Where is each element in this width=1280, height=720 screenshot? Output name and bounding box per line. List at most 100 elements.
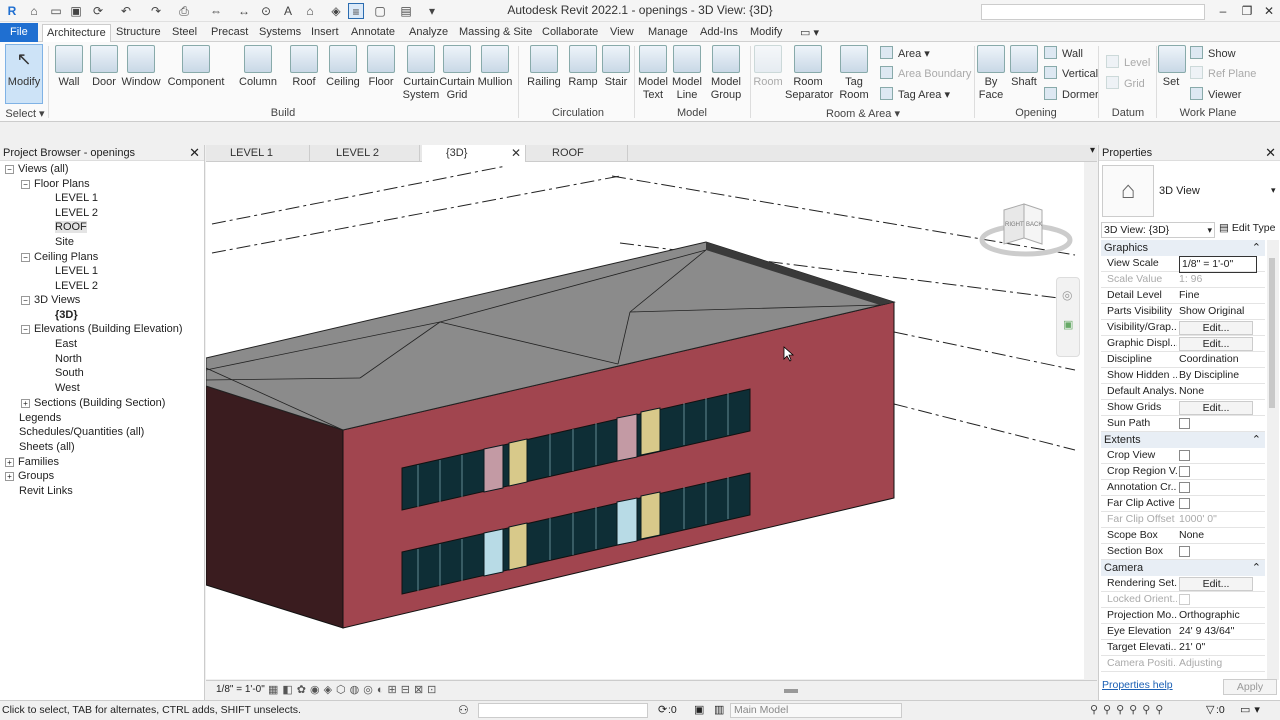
expand-icon[interactable]: +: [21, 399, 30, 408]
tree-item[interactable]: LEVEL 1: [41, 264, 98, 278]
ref-plane-button[interactable]: Ref Plane: [1190, 66, 1256, 82]
section-header-extents[interactable]: Extents ⌃: [1101, 432, 1265, 448]
tab-add-ins[interactable]: Add-Ins: [696, 24, 742, 42]
tag-room-button[interactable]: Tag Room: [838, 45, 870, 102]
property-value[interactable]: 1/8" = 1'-0": [1179, 256, 1261, 273]
3d-viewport[interactable]: RIGHT BACK ◎ ▣: [206, 162, 1084, 679]
collapse-icon[interactable]: ⌃: [1252, 560, 1261, 576]
view-scale-button[interactable]: 1/8" = 1'-0": [216, 684, 265, 695]
properties-help-link[interactable]: Properties help: [1102, 679, 1173, 691]
collapse-icon[interactable]: ⌃: [1252, 432, 1261, 448]
tab-collaborate[interactable]: Collaborate: [538, 24, 602, 42]
room-area-panel-label[interactable]: Room & Area ▾: [753, 107, 973, 120]
tree-item[interactable]: − Floor Plans: [21, 177, 90, 191]
property-row[interactable]: Graphic Displ... Edit...: [1101, 336, 1265, 352]
design-options-icon[interactable]: ▣: [694, 703, 704, 716]
property-value[interactable]: 1000' 0": [1179, 512, 1261, 527]
property-row[interactable]: Detail Level Fine: [1101, 288, 1265, 304]
checkbox[interactable]: [1179, 450, 1190, 461]
property-row[interactable]: Section Box: [1101, 544, 1265, 560]
property-row[interactable]: Show Grids Edit...: [1101, 400, 1265, 416]
tree-item[interactable]: + Sections (Building Section): [21, 396, 165, 410]
tree-item[interactable]: ROOF: [41, 220, 87, 234]
active-workset-dropdown[interactable]: [478, 703, 648, 718]
tree-item[interactable]: + Groups: [5, 469, 54, 483]
viewer-button[interactable]: Viewer: [1190, 87, 1241, 103]
grid-button[interactable]: Grid: [1106, 76, 1145, 92]
property-value[interactable]: Adjusting: [1179, 656, 1261, 671]
property-row[interactable]: Discipline Coordination: [1101, 352, 1265, 368]
collapse-icon[interactable]: −: [21, 296, 30, 305]
tab-analyze[interactable]: Analyze: [405, 24, 452, 42]
area-boundary-button[interactable]: Area Boundary: [880, 66, 971, 82]
tree-item[interactable]: Schedules/Quantities (all): [5, 425, 144, 439]
property-row[interactable]: Far Clip Active: [1101, 496, 1265, 512]
property-value[interactable]: 1: 96: [1179, 272, 1261, 287]
view-controls-icons[interactable]: ▦◧✿◉◈⬡◍◎◐⊞⊟⊠⊡: [268, 683, 440, 696]
tab-insert[interactable]: Insert: [307, 24, 343, 42]
tree-item[interactable]: Sheets (all): [5, 440, 75, 454]
property-row[interactable]: Target Elevati... 21' 0": [1101, 640, 1265, 656]
model-text-button[interactable]: Model Text: [636, 45, 670, 102]
roof-button[interactable]: Roof: [289, 45, 319, 89]
tree-item[interactable]: − Views (all): [5, 162, 69, 176]
expand-icon[interactable]: +: [5, 472, 14, 481]
wall-button[interactable]: Wall: [52, 45, 86, 89]
type-selector-dropdown[interactable]: ▾: [1271, 185, 1276, 196]
mullion-button[interactable]: Mullion: [476, 45, 514, 89]
ribbon-options-icon[interactable]: ▭ ▾: [796, 25, 823, 43]
tree-item[interactable]: {3D}: [41, 308, 78, 322]
collapse-icon[interactable]: −: [21, 253, 30, 262]
tag-area-button[interactable]: Tag Area ▾: [880, 87, 950, 103]
property-row[interactable]: Crop Region V...: [1101, 464, 1265, 480]
tree-item[interactable]: −3D Views: [21, 293, 80, 307]
section-header-camera[interactable]: Camera ⌃: [1101, 560, 1265, 576]
property-value[interactable]: Edit...: [1179, 576, 1261, 592]
tab-precast[interactable]: Precast: [207, 24, 252, 42]
tab-modify[interactable]: Modify: [746, 24, 786, 42]
property-value[interactable]: None: [1179, 384, 1261, 399]
tab-systems[interactable]: Systems: [255, 24, 305, 42]
checkbox[interactable]: [1179, 418, 1190, 429]
tree-item[interactable]: South: [41, 366, 84, 380]
close-icon[interactable]: ✕: [1265, 145, 1276, 161]
railing-button[interactable]: Railing: [524, 45, 564, 89]
checkbox[interactable]: [1179, 498, 1190, 509]
level-button[interactable]: Level: [1106, 55, 1150, 71]
modify-button[interactable]: ↖ Modify: [5, 44, 43, 104]
section-header-graphics[interactable]: Graphics ⌃: [1101, 240, 1265, 256]
curtain-grid-button[interactable]: Curtain Grid: [439, 45, 475, 102]
horizontal-scroll-thumb[interactable]: [784, 689, 798, 693]
checkbox[interactable]: [1179, 594, 1190, 605]
shaft-button[interactable]: Shaft: [1008, 45, 1040, 89]
property-row[interactable]: Visibility/Grap... Edit...: [1101, 320, 1265, 336]
floor-button[interactable]: Floor: [365, 45, 397, 89]
tab-view[interactable]: View: [606, 24, 638, 42]
tree-item[interactable]: LEVEL 2: [41, 279, 98, 293]
ramp-button[interactable]: Ramp: [567, 45, 599, 89]
property-row[interactable]: Rendering Set... Edit...: [1101, 576, 1265, 592]
checkbox[interactable]: [1179, 482, 1190, 493]
edit-button[interactable]: Edit...: [1179, 401, 1253, 415]
tab-manage[interactable]: Manage: [644, 24, 692, 42]
view-tab-3d[interactable]: {3D} ✕: [422, 145, 526, 162]
room-button[interactable]: Room: [753, 45, 783, 89]
tab-annotate[interactable]: Annotate: [347, 24, 399, 42]
tab-architecture[interactable]: Architecture: [42, 24, 111, 42]
property-row[interactable]: Eye Elevation 24' 9 43/64": [1101, 624, 1265, 640]
select-dropdown[interactable]: Select ▾: [5, 107, 45, 120]
worksets-icon[interactable]: ⚇: [458, 703, 469, 717]
property-value[interactable]: Edit...: [1179, 320, 1261, 336]
property-row[interactable]: Annotation Cr...: [1101, 480, 1265, 496]
area-button[interactable]: Area ▾: [880, 46, 930, 62]
checkbox[interactable]: [1179, 466, 1190, 477]
collapse-icon[interactable]: −: [21, 325, 30, 334]
set-button[interactable]: Set: [1158, 45, 1186, 89]
property-value[interactable]: 24' 9 43/64": [1179, 624, 1261, 639]
property-row[interactable]: Scope Box None: [1101, 528, 1265, 544]
view-tab-level-2[interactable]: LEVEL 2: [312, 145, 420, 162]
tree-item[interactable]: Legends: [5, 411, 61, 425]
search-input[interactable]: [981, 4, 1205, 20]
editing-requests-icon[interactable]: ⟳: [658, 703, 667, 716]
edit-button[interactable]: Edit...: [1179, 337, 1253, 351]
